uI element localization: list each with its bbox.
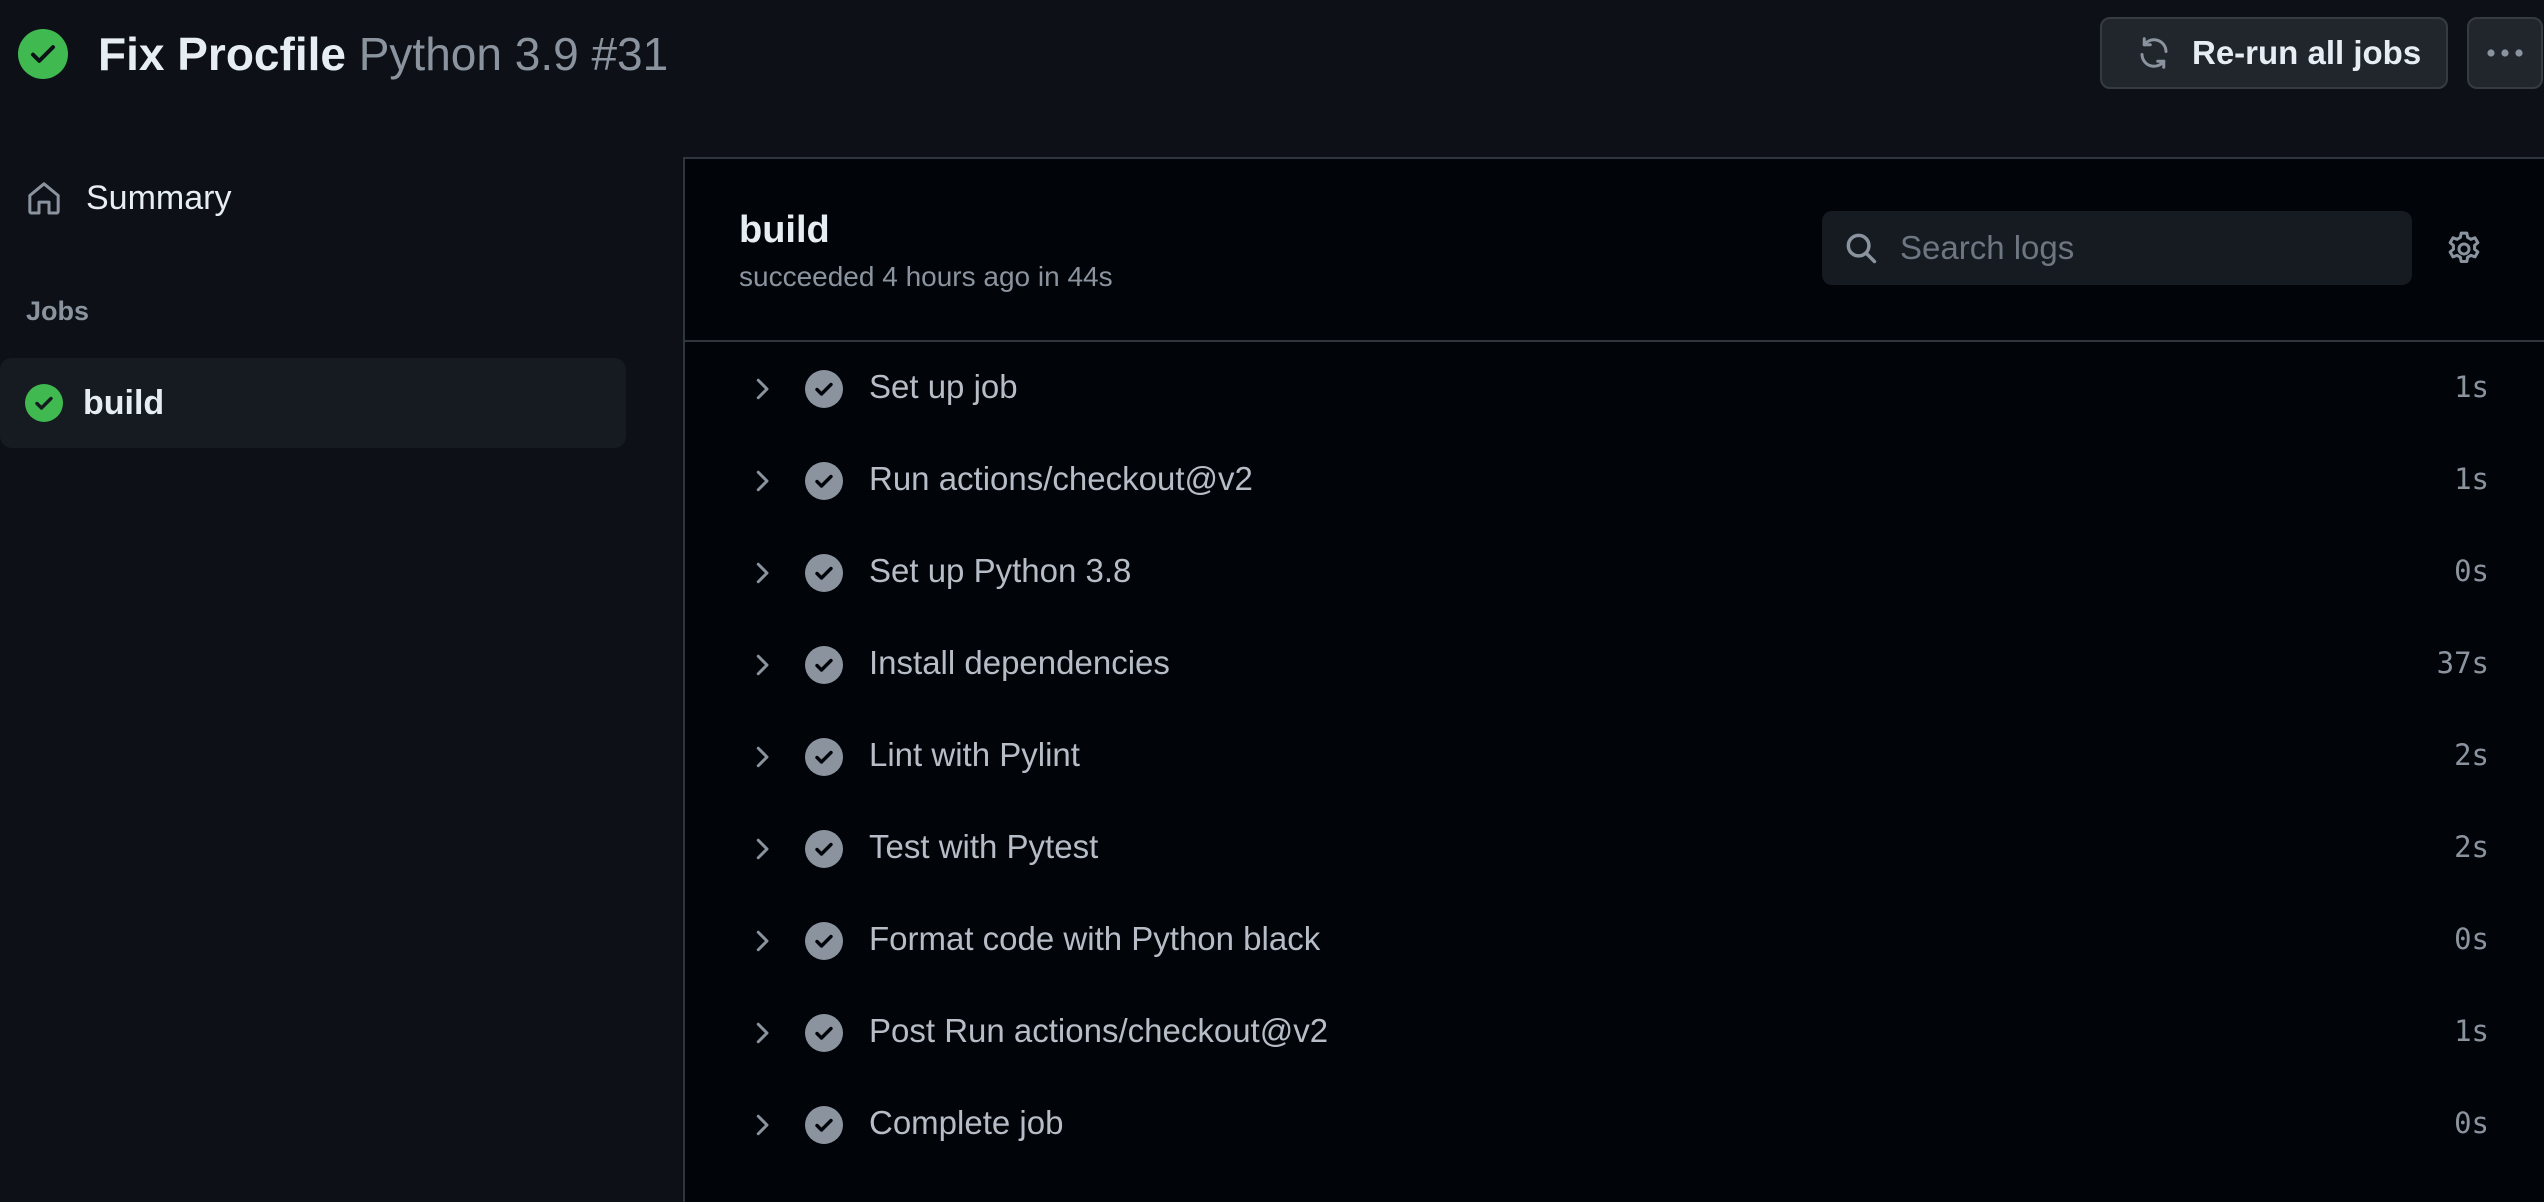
- workflow-title: Fix Procfile: [98, 28, 346, 80]
- rerun-label: Re-run all jobs: [2192, 34, 2422, 71]
- job-step-row[interactable]: Test with Pytest 2s: [685, 802, 2544, 894]
- more-options-button[interactable]: [2467, 17, 2543, 89]
- job-step-row[interactable]: Format code with Python black 0s: [685, 894, 2544, 986]
- step-name: Post Run actions/checkout@v2: [869, 1012, 1329, 1049]
- job-step-row[interactable]: Complete job 0s: [685, 1078, 2544, 1170]
- step-duration: 1s: [2454, 1014, 2489, 1048]
- job-step-row[interactable]: Post Run actions/checkout@v2 1s: [685, 986, 2544, 1078]
- run-header: Fix Procfile Python 3.9 #31 Re-run all j…: [0, 0, 2544, 110]
- page-title: Fix Procfile Python 3.9 #31: [98, 24, 668, 84]
- run-success-check-icon: [18, 29, 68, 79]
- kebab-horizontal-icon: [2485, 48, 2525, 58]
- job-status-text: succeeded 4 hours ago in 44s: [739, 261, 1113, 292]
- chevron-right-icon[interactable]: [747, 742, 777, 772]
- sync-icon: [2136, 35, 2172, 71]
- chevron-right-icon[interactable]: [747, 1018, 777, 1048]
- job-step-row[interactable]: Set up Python 3.8 0s: [685, 526, 2544, 618]
- job-steps-list: Set up job 1s Run actions/checkout@v2 1s Set…: [685, 342, 2544, 1170]
- job-title: build: [739, 209, 830, 251]
- step-name: Complete job: [869, 1104, 1064, 1141]
- jobs-heading: Jobs: [26, 296, 90, 326]
- job-step-row[interactable]: Set up job 1s: [685, 342, 2544, 434]
- search-logs-box[interactable]: [1822, 211, 2412, 285]
- step-duration: 0s: [2454, 554, 2489, 588]
- sidebar-item-label: Summary: [86, 178, 232, 217]
- job-header: build succeeded 4 hours ago in 44s: [685, 159, 2544, 342]
- job-step-row[interactable]: Install dependencies 37s: [685, 618, 2544, 710]
- step-duration: 2s: [2454, 738, 2489, 772]
- step-duration: 2s: [2454, 830, 2489, 864]
- step-duration: 37s: [2436, 646, 2489, 680]
- workflow-run-name: Python 3.9 #31: [358, 28, 669, 80]
- step-duration: 0s: [2454, 922, 2489, 956]
- step-duration: 1s: [2454, 370, 2489, 404]
- home-icon: [24, 178, 64, 218]
- search-logs-input[interactable]: [1898, 228, 2382, 268]
- search-icon: [1842, 229, 1880, 267]
- check-circle-icon: [805, 1106, 843, 1144]
- check-circle-icon: [805, 554, 843, 592]
- job-step-row[interactable]: Run actions/checkout@v2 1s: [685, 434, 2544, 526]
- step-name: Set up job: [869, 368, 1018, 405]
- job-step-row[interactable]: Lint with Pylint 2s: [685, 710, 2544, 802]
- check-circle-icon: [805, 922, 843, 960]
- step-name: Format code with Python black: [869, 920, 1321, 957]
- step-name: Install dependencies: [869, 644, 1170, 681]
- step-name: Test with Pytest: [869, 828, 1099, 865]
- chevron-right-icon[interactable]: [747, 1110, 777, 1140]
- chevron-right-icon[interactable]: [747, 558, 777, 588]
- job-log-panel: build succeeded 4 hours ago in 44s Set u…: [683, 157, 2544, 1202]
- rerun-all-jobs-button[interactable]: Re-run all jobs: [2100, 17, 2448, 89]
- sidebar-item-label: build: [83, 383, 165, 422]
- chevron-right-icon[interactable]: [747, 650, 777, 680]
- step-name: Lint with Pylint: [869, 736, 1080, 773]
- step-duration: 0s: [2454, 1106, 2489, 1140]
- check-circle-icon: [805, 738, 843, 776]
- check-circle-icon: [805, 462, 843, 500]
- chevron-right-icon[interactable]: [747, 374, 777, 404]
- check-circle-icon: [25, 384, 63, 422]
- step-name: Set up Python 3.8: [869, 552, 1132, 589]
- check-circle-icon: [805, 370, 843, 408]
- chevron-right-icon[interactable]: [747, 926, 777, 956]
- check-circle-icon: [805, 1014, 843, 1052]
- check-circle-icon: [805, 646, 843, 684]
- sidebar-item-summary[interactable]: Summary: [0, 153, 626, 243]
- chevron-right-icon[interactable]: [747, 466, 777, 496]
- sidebar-item-build[interactable]: build: [0, 358, 626, 448]
- chevron-right-icon[interactable]: [747, 834, 777, 864]
- gear-icon[interactable]: [2442, 227, 2486, 271]
- step-duration: 1s: [2454, 462, 2489, 496]
- step-name: Run actions/checkout@v2: [869, 460, 1253, 497]
- check-circle-icon: [805, 830, 843, 868]
